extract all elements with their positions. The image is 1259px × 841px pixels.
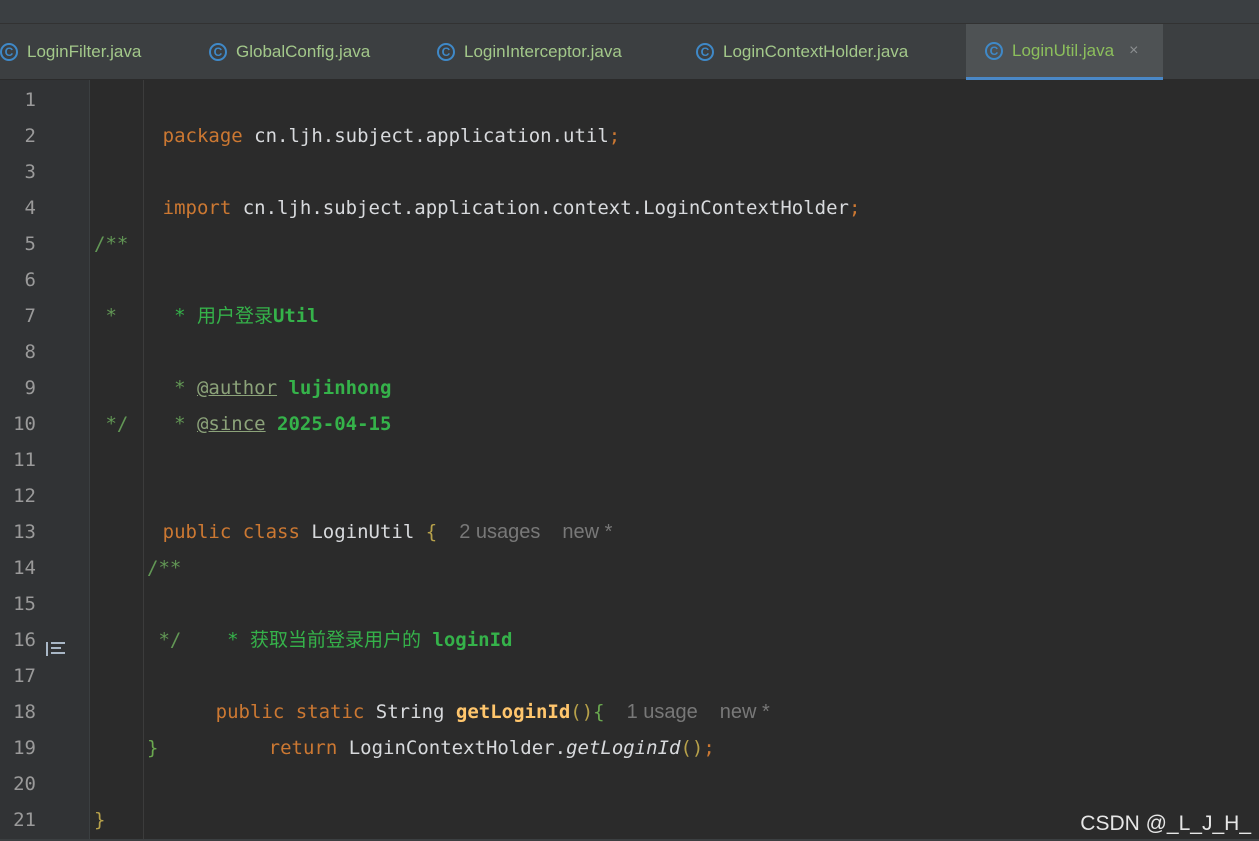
method-declaration-line: public static String getLoginId(){1 usag…	[147, 658, 770, 723]
java-class-icon: C	[696, 43, 714, 61]
usages-hint[interactable]: 2 usages	[459, 521, 540, 543]
line-number: 8	[24, 341, 36, 363]
comment-word: loginId	[432, 629, 513, 651]
class-declaration-line: public class LoginUtil {2 usages new *	[94, 478, 613, 543]
doc-comment-author: * @author lujinhong	[94, 334, 391, 399]
tab-login-util[interactable]: C LoginUtil.java ×	[966, 24, 1163, 80]
opening-brace: {	[414, 521, 438, 543]
line-number: 10	[13, 413, 36, 435]
tab-label: LoginContextHolder.java	[723, 42, 909, 61]
tab-label: LoginInterceptor.java	[464, 42, 622, 61]
semicolon: ;	[849, 197, 861, 219]
tab-login-filter[interactable]: C LoginFilter.java	[0, 24, 180, 80]
line-number: 12	[13, 485, 36, 507]
comment-prefix: *	[162, 413, 197, 435]
line-number: 1	[24, 89, 36, 111]
method-doc-start: /**	[147, 557, 182, 579]
java-class-icon: C	[437, 43, 455, 61]
keyword-return: return	[268, 737, 338, 759]
call-parens: ()	[680, 737, 704, 759]
line-number: 18	[13, 701, 36, 723]
line-number: 16	[13, 629, 36, 651]
keyword-class: class	[231, 521, 300, 543]
line-number: 2	[24, 125, 36, 147]
code-editor[interactable]: package cn.ljh.subject.application.util;…	[90, 80, 1259, 841]
receiver-name: LoginContextHolder.	[337, 737, 567, 759]
semicolon: ;	[703, 737, 715, 759]
line-number: 4	[24, 197, 36, 219]
tab-login-interceptor[interactable]: C LoginInterceptor.java	[437, 24, 667, 80]
import-path: cn.ljh.subject.application.context.Login…	[231, 197, 849, 219]
line-number: 15	[13, 593, 36, 615]
code-line-import: import cn.ljh.subject.application.contex…	[94, 154, 861, 219]
line-number: 20	[13, 773, 36, 795]
csdn-watermark: CSDN @_L_J_H_	[1080, 812, 1251, 835]
java-class-icon: C	[0, 43, 18, 61]
tab-label: LoginFilter.java	[27, 42, 142, 61]
tab-login-context-holder[interactable]: C LoginContextHolder.java	[696, 24, 956, 80]
keyword-import: import	[162, 197, 232, 219]
class-closing-brace: }	[94, 809, 106, 831]
java-class-icon: C	[985, 41, 1003, 60]
tab-label: GlobalConfig.java	[236, 42, 371, 61]
comment-prefix: * 获取当前登录用户的	[215, 629, 433, 651]
method-doc-description: * 获取当前登录用户的 loginId	[147, 586, 512, 651]
line-number-gutter: 1 2 3 4 5 6 7 8 9 10 11 12 13 14 15 16 1…	[0, 80, 90, 841]
java-class-icon: C	[209, 43, 227, 61]
keyword-package: package	[162, 125, 243, 147]
doc-comment-since: * @since 2025-04-15	[94, 370, 391, 435]
return-line: return LoginContextHolder.getLoginId();	[200, 694, 715, 759]
line-number: 7	[24, 305, 36, 327]
comment-word: Util	[272, 305, 319, 327]
called-method: getLoginId	[566, 737, 681, 759]
window-title-strip	[0, 0, 1259, 24]
close-icon[interactable]: ×	[1129, 42, 1138, 59]
line-number: 21	[13, 809, 36, 831]
doc-comment-blank: *	[94, 305, 117, 327]
class-name: LoginUtil	[299, 521, 415, 543]
method-closing-brace: }	[147, 737, 159, 759]
since-tag: @since	[196, 413, 266, 435]
semicolon: ;	[608, 125, 621, 147]
line-number: 5	[24, 233, 36, 255]
new-author-hint[interactable]: new *	[562, 521, 612, 543]
line-number: 14	[13, 557, 36, 579]
ide-editor-window: C LoginFilter.java C GlobalConfig.java C…	[0, 0, 1259, 841]
since-value: 2025-04-15	[265, 413, 392, 435]
comment-prefix: * 用户登录	[162, 305, 273, 327]
editor-tab-bar: C LoginFilter.java C GlobalConfig.java C…	[0, 24, 1259, 80]
package-path: cn.ljh.subject.application.util	[242, 125, 609, 147]
tab-global-config[interactable]: C GlobalConfig.java	[209, 24, 399, 80]
new-author-hint[interactable]: new *	[720, 701, 770, 723]
doc-comment-start: /**	[94, 233, 129, 255]
doc-comment-description: * 用户登录Util	[94, 262, 319, 327]
keyword-public: public	[162, 521, 232, 543]
line-number: 11	[13, 449, 36, 471]
code-line-package: package cn.ljh.subject.application.util;	[94, 82, 621, 147]
line-number: 3	[24, 161, 36, 183]
line-number: 17	[13, 665, 36, 687]
tab-label: LoginUtil.java	[1012, 40, 1115, 60]
line-number: 9	[24, 377, 36, 399]
documentation-icon[interactable]	[45, 640, 67, 658]
line-number: 19	[13, 737, 36, 759]
method-doc-end: */	[147, 629, 182, 651]
line-number: 13	[13, 521, 36, 543]
doc-comment-end: */	[94, 413, 129, 435]
line-number: 6	[24, 269, 36, 291]
